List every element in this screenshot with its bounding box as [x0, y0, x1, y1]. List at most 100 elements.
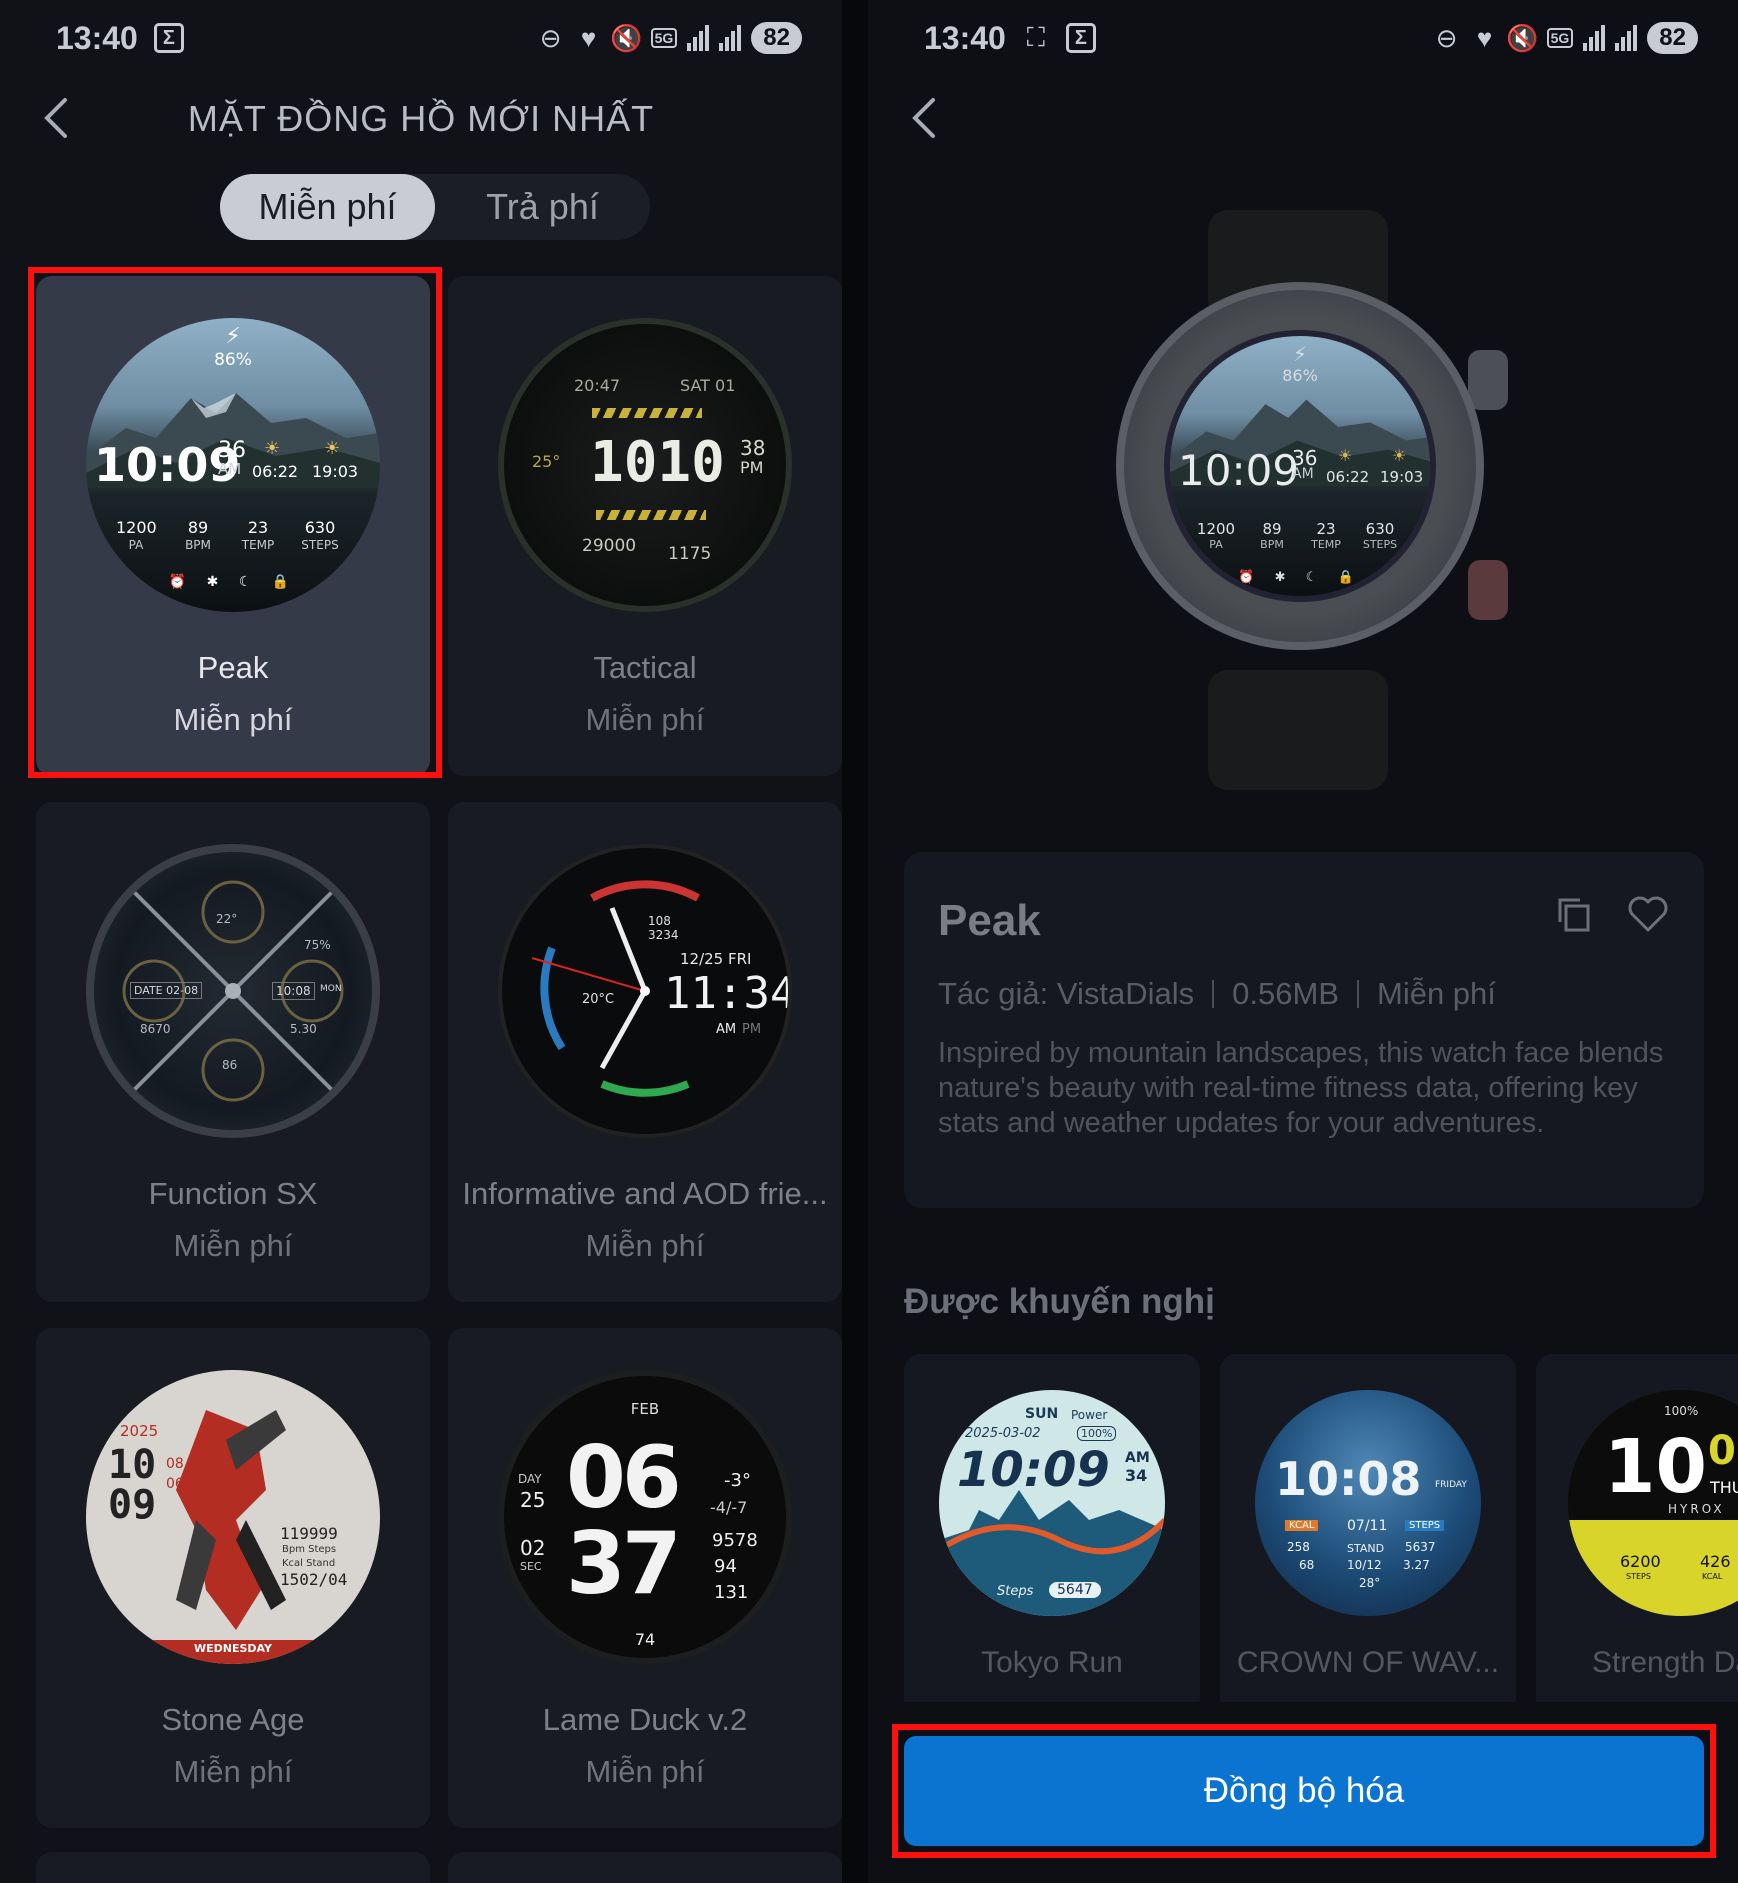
stone-age-face-preview: 2025 10 09 08 06 119999 Bpm Steps Kcal S…: [86, 1370, 380, 1664]
recommended-name: Tokyo Run: [981, 1646, 1123, 1679]
dnd-icon: ⊖: [1435, 22, 1458, 53]
signal-icon-2: [719, 25, 742, 51]
informative-face-preview: 12/25 FRI 11:34 AM PM 20°C 108 3234: [498, 844, 792, 1138]
face-ampm: AM: [218, 460, 242, 478]
face-steps: 119999: [280, 1524, 338, 1543]
notification-icon: Σ: [1065, 23, 1096, 53]
face-temp-range: -4/-7: [710, 1498, 748, 1517]
network-type: 5G: [650, 28, 678, 48]
watch-stat-value: 23: [1316, 520, 1336, 538]
face-detail-card: Peak Tác giả: VistaDials 0.56MB Miễn phí…: [904, 852, 1704, 1208]
status-time: 13:40: [56, 19, 138, 56]
face-steps: 8670: [140, 1022, 171, 1036]
copy-icon[interactable]: [1554, 894, 1594, 934]
face-values: 1502/04: [280, 1570, 348, 1589]
status-bar: 13:40 Σ ⊖ ♥ 🔇 5G 82: [56, 14, 802, 62]
face-ampm: PM: [740, 458, 764, 477]
face-ampm: AM: [716, 1022, 737, 1037]
face-battery: 100%: [1664, 1404, 1699, 1418]
watch-screen: ⚡ 86% 10:09 36 AM ☀ ☀ 06:22 19:03 1200 P…: [1164, 330, 1436, 602]
face-date: DATE 02-08: [130, 982, 203, 999]
face-card-partial[interactable]: [36, 1852, 430, 1883]
meta-separator: [1357, 980, 1359, 1008]
face-steps-label: STEPS: [1626, 1572, 1651, 1581]
sunset-icon: ☀: [1392, 446, 1407, 465]
recommended-card-strength[interactable]: 100% 10 09 THU HYROX 6200 STEPS 426 KCAL…: [1536, 1354, 1738, 1714]
face-card-peak[interactable]: ⚡ 86% 10:09 36 AM ☀ ☀ 06:22 19:03 1200 P…: [36, 276, 430, 776]
face-price: Miễn phí: [585, 1228, 705, 1263]
face-date-2: 06: [166, 1476, 184, 1492]
face-pm: PM: [742, 1022, 762, 1037]
status-icons: ⏰ ✱ ☾ 🔒: [168, 574, 298, 590]
panel-divider: [842, 0, 868, 1883]
face-card-informative[interactable]: 12/25 FRI 11:34 AM PM 20°C 108 3234 Info…: [448, 802, 842, 1302]
face-day: 25: [520, 1488, 546, 1512]
back-button[interactable]: [902, 96, 946, 140]
face-name: Informative and AOD frie...: [462, 1176, 828, 1211]
battery-indicator: 82: [751, 22, 802, 54]
face-kcal-label: KCAL: [1702, 1572, 1723, 1581]
face-size: 0.56MB: [1232, 976, 1339, 1011]
watch-battery: 86%: [1282, 366, 1318, 385]
face-brand: HYROX: [1668, 1502, 1725, 1516]
face-drop: 1175: [668, 544, 712, 564]
face-weekday: MON: [320, 984, 342, 994]
face-sec-label: SEC: [520, 1560, 542, 1573]
price-filter-tabs: Miễn phí Trả phí: [220, 174, 650, 240]
face-hour: 06: [566, 1428, 682, 1528]
signal-icon: [687, 25, 710, 51]
recommended-card-crown-of-waves[interactable]: 10:08 FRIDAY KCAL 07/11 STEPS 258 STAND …: [1220, 1354, 1516, 1714]
face-percent: 75%: [304, 938, 331, 952]
face-price: Miễn phí: [1377, 976, 1496, 1011]
status-icons: ⏰ ✱ ☾ 🔒: [1238, 570, 1362, 585]
face-stat-label: BPM: [185, 538, 211, 552]
face-kcal: 426: [1700, 1552, 1731, 1571]
face-time: 11:34: [664, 968, 792, 1019]
face-card-partial[interactable]: [448, 1852, 842, 1883]
page-title: MẶT ĐỒNG HỒ MỚI NHẤT: [187, 98, 655, 139]
face-steps-label: Steps: [997, 1584, 1034, 1599]
tab-free[interactable]: Miễn phí: [220, 174, 435, 240]
face-hour: 1010: [590, 430, 725, 495]
face-stat-value: 89: [187, 518, 209, 537]
face-card-tactical[interactable]: 20:47 SAT 01 1010 38 PM 25° 29000 1175 T…: [448, 276, 842, 776]
favorite-heart-icon[interactable]: [1626, 892, 1670, 936]
face-card-stone-age[interactable]: 2025 10 09 08 06 119999 Bpm Steps Kcal S…: [36, 1328, 430, 1828]
recommended-title: Được khuyến nghị: [904, 1282, 1215, 1321]
recommended-card-tokyo-run[interactable]: SUN Power 2025-03-02 100% 10:09 AM 34 St…: [904, 1354, 1200, 1714]
chevron-left-icon: [912, 98, 935, 138]
face-kcal-label: KCAL: [1285, 1520, 1319, 1531]
face-temp: 20°C: [582, 992, 615, 1007]
face-battery: 86%: [214, 350, 252, 370]
face-stat-value: 630: [304, 518, 336, 537]
recommended-name: Strength Da: [1592, 1646, 1738, 1679]
face-temp: 22°: [216, 912, 238, 926]
bolt-icon: ⚡: [1292, 342, 1308, 366]
face-date-1: 08: [166, 1456, 184, 1472]
face-ampm: AM: [1125, 1450, 1150, 1466]
face-card-function-sx[interactable]: 22° DATE 02-08 10:08 MON 75% 8670 5.30 8…: [36, 802, 430, 1302]
face-price: Miễn phí: [173, 1754, 293, 1789]
face-price: Miễn phí: [585, 1754, 705, 1789]
face-price: Miễn phí: [173, 1228, 293, 1263]
face-price: Miễn phí: [585, 702, 705, 737]
network-type: 5G: [1546, 28, 1574, 48]
face-value: 68: [1299, 1558, 1315, 1572]
tab-paid[interactable]: Trả phí: [435, 174, 650, 240]
crown-face-preview: 10:08 FRIDAY KCAL 07/11 STEPS 258 STAND …: [1255, 1390, 1481, 1616]
face-sunset: 19:03: [312, 462, 359, 481]
sync-button[interactable]: Đồng bộ hóa: [904, 1736, 1704, 1846]
watch-stat-value: 89: [1262, 520, 1282, 538]
watch-crown: [1468, 350, 1508, 410]
face-weekday: WEDNESDAY: [194, 1642, 272, 1655]
face-time: 10:08: [272, 982, 315, 1000]
recommended-name: CROWN OF WAV...: [1236, 1646, 1500, 1679]
face-power: Power: [1071, 1408, 1108, 1422]
face-steps: 9578: [712, 1530, 758, 1551]
face-name: Function SX: [148, 1176, 318, 1211]
heart-icon: ♥: [1476, 22, 1493, 53]
face-temp: 25°: [532, 452, 561, 471]
notification-icon: Σ: [153, 23, 184, 53]
face-card-lame-duck[interactable]: FEB DAY 25 06 37 02 SEC -3° -4/-7 9578 9…: [448, 1328, 842, 1828]
sunrise-icon: ☀: [264, 438, 281, 459]
